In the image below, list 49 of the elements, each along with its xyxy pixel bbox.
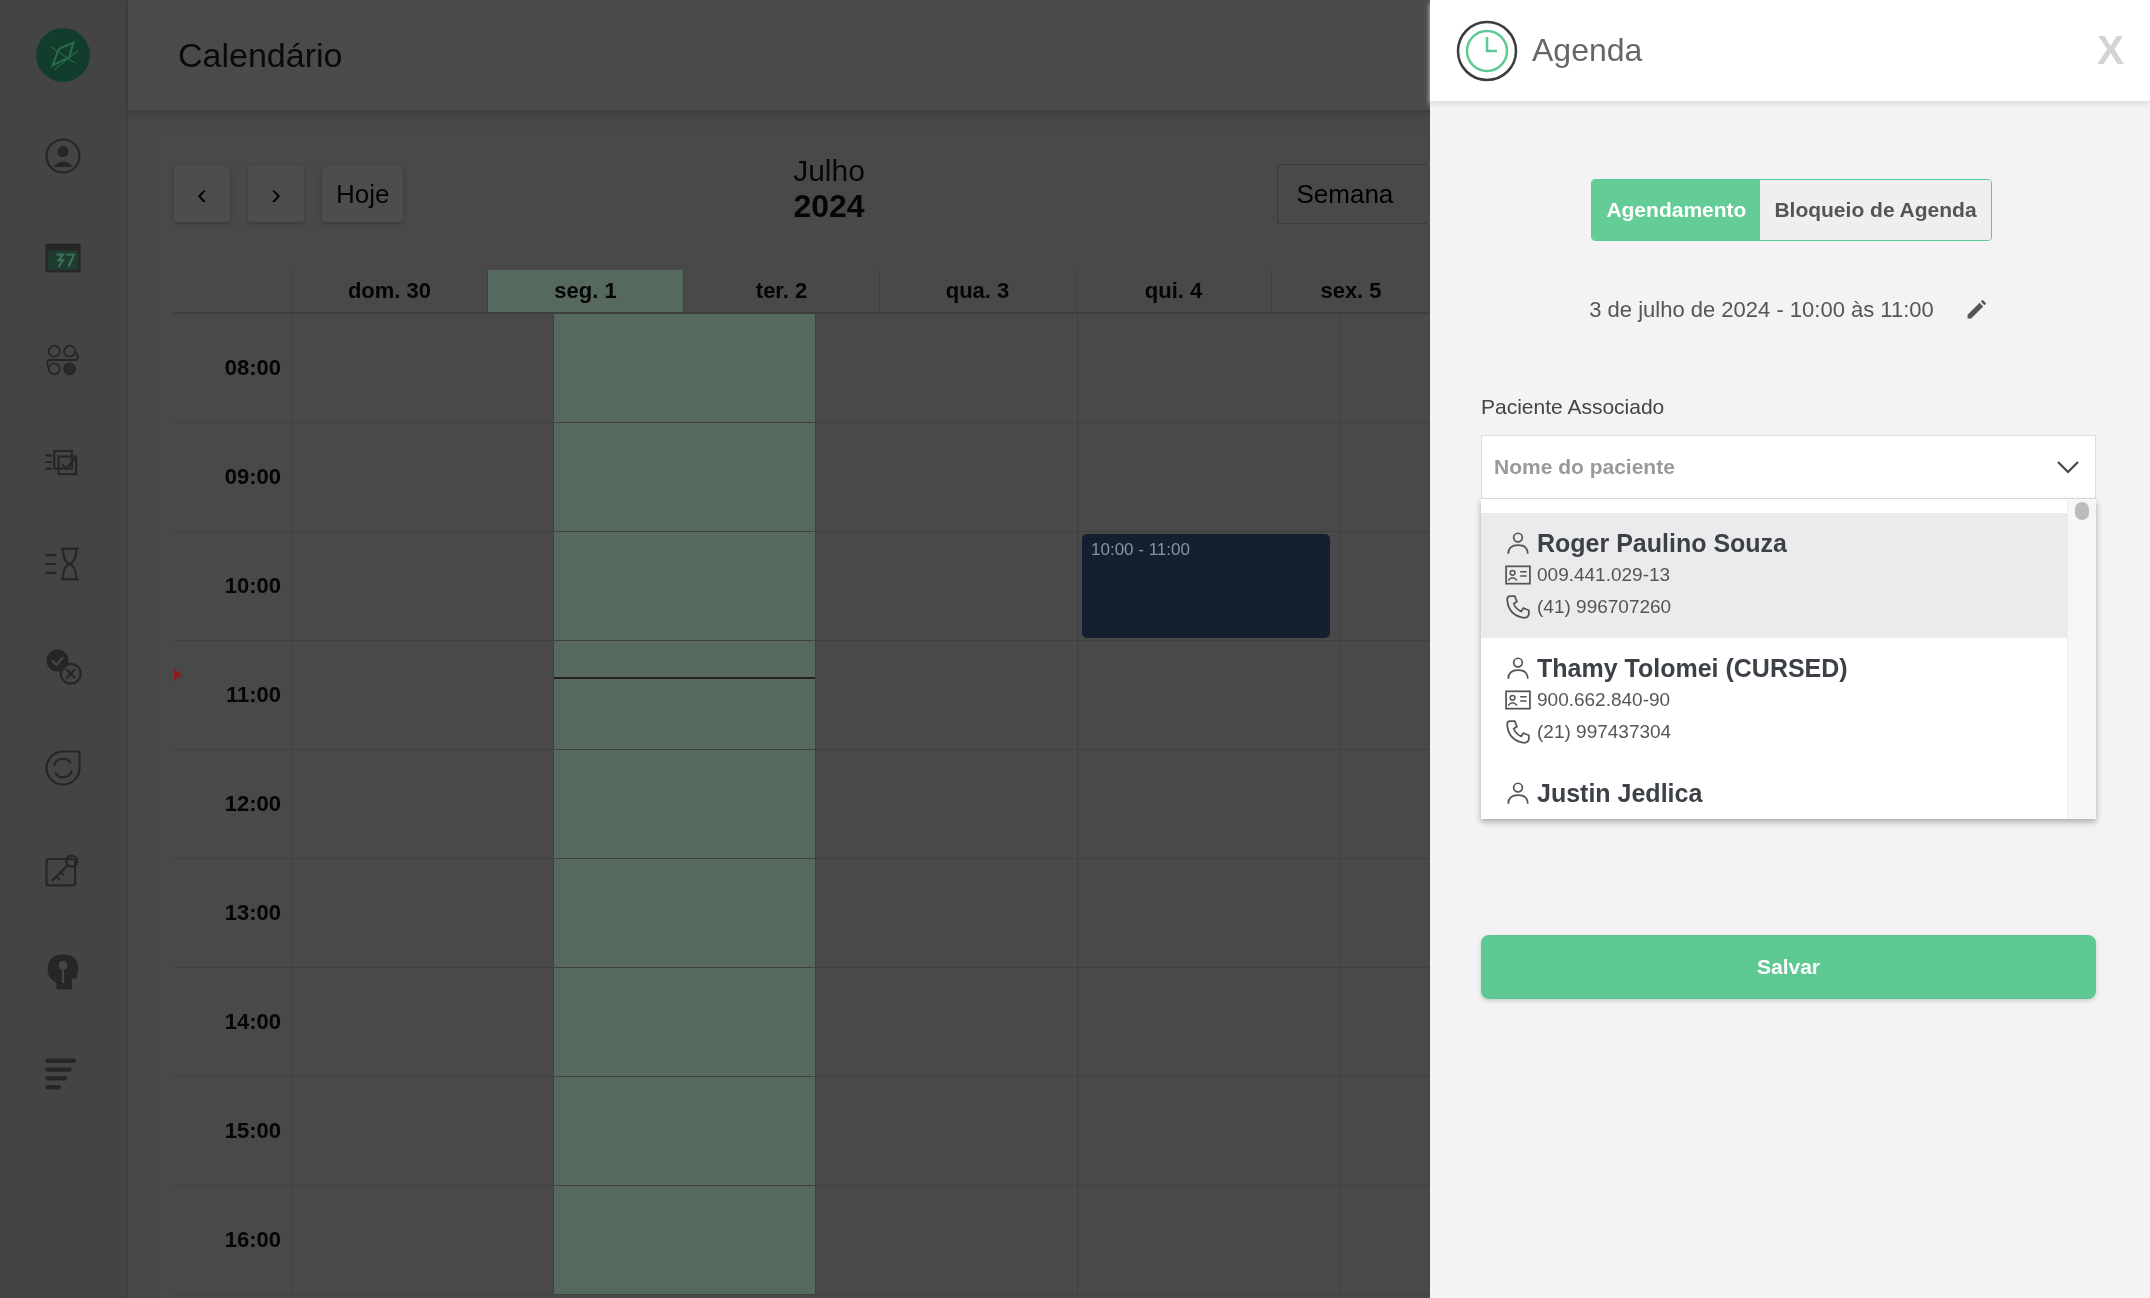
- day-header[interactable]: ter. 2: [683, 270, 879, 312]
- clock-icon: [1456, 19, 1518, 82]
- next-button[interactable]: ›: [248, 166, 304, 222]
- time-label: 10:00: [224, 573, 281, 599]
- person-icon: [1505, 530, 1531, 556]
- patient-document: 900.662.840-90: [1537, 689, 1671, 711]
- time-label: 08:00: [224, 355, 281, 381]
- logo-icon: [36, 28, 90, 82]
- patient-option[interactable]: Justin Jedlica: [1481, 763, 2067, 819]
- tab[interactable]: Agendamento: [1592, 180, 1761, 240]
- tab[interactable]: Bloqueio de Agenda: [1760, 180, 1991, 240]
- patient-name: Justin Jedlica: [1537, 778, 1703, 808]
- time-label: 14:00: [224, 1009, 281, 1035]
- id-card-icon: [1505, 687, 1531, 713]
- day-header[interactable]: qua. 3: [879, 270, 1075, 312]
- year-label: 2024: [792, 188, 866, 225]
- page-title: Calendário: [178, 35, 343, 75]
- patient-name: Roger Paulino Souza: [1537, 528, 1788, 558]
- time-label: 13:00: [224, 900, 281, 926]
- patient-option[interactable]: Thamy Tolomei (CURSED) 900.662.840-90 (21) 997437304: [1481, 638, 2067, 763]
- save-button[interactable]: Salvar: [1481, 935, 2096, 999]
- chevron-icon[interactable]: [2056, 460, 2080, 474]
- today-button[interactable]: Hoje: [322, 166, 404, 222]
- scrollbar-thumb[interactable]: [2075, 502, 2089, 520]
- patient-name: Thamy Tolomei (CURSED): [1537, 653, 1848, 683]
- person-icon: [1505, 780, 1531, 806]
- month-label: Julho: [792, 154, 866, 188]
- patient-option[interactable]: Roger Paulino Souza 009.441.029-13 (41) 996707260: [1481, 513, 2067, 638]
- previous-button[interactable]: ‹: [174, 166, 230, 222]
- panel-title: Agenda: [1532, 32, 1643, 69]
- day-header[interactable]: seg. 1: [487, 270, 683, 312]
- phone-icon: [1505, 719, 1531, 745]
- patient-select[interactable]: Nome do paciente: [1481, 435, 2096, 499]
- day-header[interactable]: qui. 4: [1075, 270, 1271, 312]
- time-label: 16:00: [224, 1227, 281, 1253]
- person-icon: [1505, 655, 1531, 681]
- view-select[interactable]: Semana: [1277, 164, 1428, 224]
- time-label: 15:00: [224, 1118, 281, 1144]
- time-label: 11:00: [225, 682, 281, 708]
- time-label: 09:00: [224, 464, 281, 490]
- time-label: 12:00: [224, 791, 281, 817]
- patient-phone: (41) 996707260: [1537, 596, 1672, 618]
- phone-icon: [1505, 594, 1531, 620]
- field-label: Paciente Associado: [1481, 395, 1666, 419]
- calendar-event[interactable]: 10:00 - 11:00: [1082, 534, 1330, 638]
- id-card-icon: [1505, 562, 1531, 588]
- patient-document: 009.441.029-13: [1537, 564, 1671, 586]
- appointment-date: 3 de julho de 2024 - 10:00 às 11:00: [1589, 297, 1934, 323]
- patient-phone: (21) 997437304: [1537, 721, 1672, 743]
